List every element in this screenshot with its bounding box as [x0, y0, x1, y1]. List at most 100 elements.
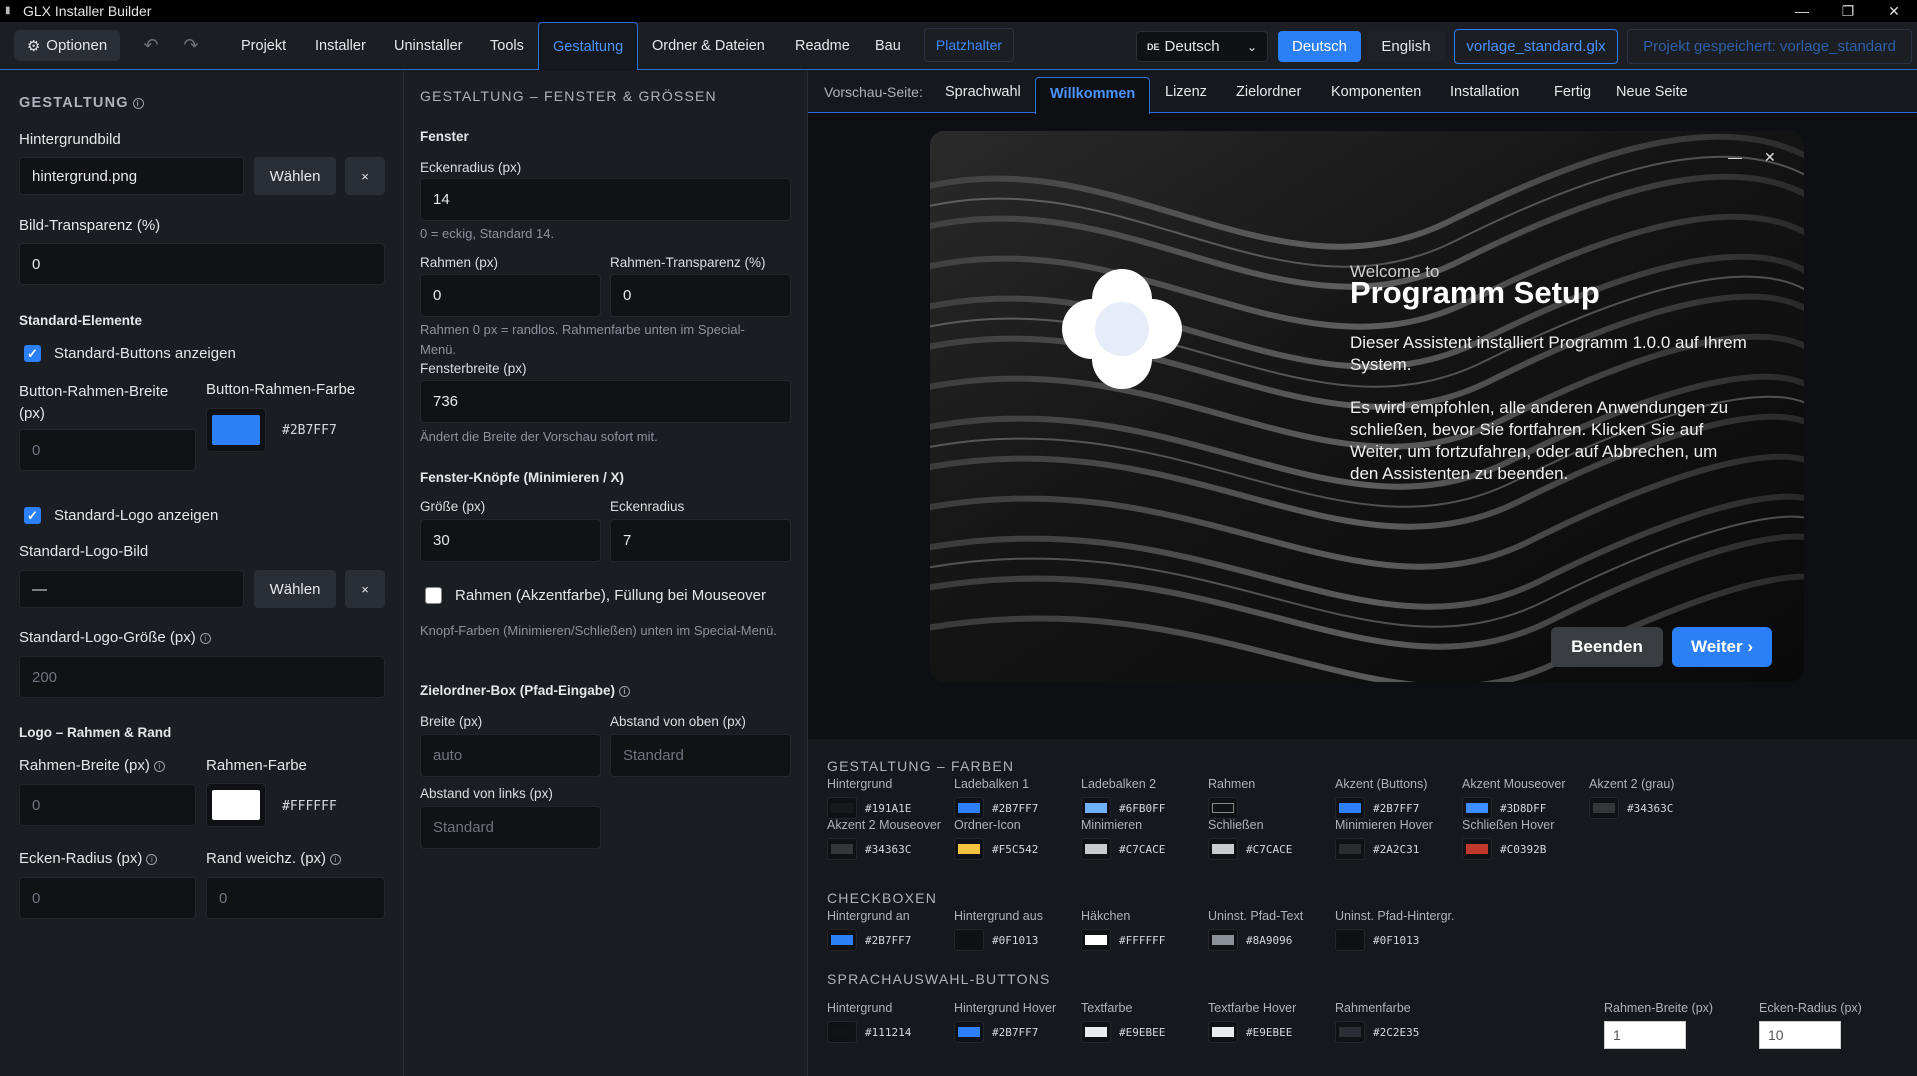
tab-komponenten[interactable]: Komponenten: [1331, 84, 1421, 100]
color-swatch-akzent-2-grau[interactable]: [1589, 797, 1619, 819]
transparenz-input[interactable]: 0: [19, 243, 385, 285]
rahmen-akzent-checkbox[interactable]: [425, 587, 442, 604]
tab-fertig[interactable]: Fertig: [1554, 84, 1591, 100]
tab-willkommen[interactable]: Willkommen: [1035, 77, 1151, 114]
color-swatch-ladebalken-1[interactable]: [954, 797, 984, 819]
english-button[interactable]: English: [1367, 31, 1445, 62]
color-swatch-rahmenfarbe[interactable]: [1335, 1021, 1365, 1043]
standard-logo-checkbox-row[interactable]: ✓ Standard-Logo anzeigen: [24, 507, 218, 524]
menu-installer[interactable]: Installer: [315, 22, 366, 70]
redo-icon[interactable]: ↷: [178, 32, 204, 58]
tab-installation[interactable]: Installation: [1450, 84, 1519, 100]
optionen-button[interactable]: ⚙ Optionen: [14, 30, 120, 61]
color-swatch-haekchen[interactable]: [1081, 929, 1111, 951]
button-rahmen-breite-input[interactable]: 0: [19, 429, 196, 471]
rand-weich-label: Rand weichz. (px): [206, 850, 327, 867]
color-hex-hintergrund-hover: #2B7FF7: [992, 1025, 1039, 1039]
info-icon[interactable]: i: [330, 853, 342, 865]
standard-buttons-checkbox[interactable]: ✓: [24, 345, 41, 362]
tab-lizenz[interactable]: Lizenz: [1165, 84, 1207, 100]
color-swatch-ladebalken-2[interactable]: [1081, 797, 1111, 819]
color-swatch-akzent-mouseover[interactable]: [1462, 797, 1492, 819]
standard-logo-groesse-input[interactable]: 200: [19, 656, 385, 698]
eckenradius-input[interactable]: 14: [420, 178, 791, 221]
hintergrundbild-input[interactable]: hintergrund.png: [19, 157, 244, 195]
color-swatch-ordner-icon[interactable]: [954, 838, 984, 860]
menu-gestaltung[interactable]: Gestaltung: [538, 22, 639, 70]
color-label-akzent-2-grau: Akzent 2 (grau): [1589, 777, 1675, 791]
gestaltung-title: GESTALTUNG: [19, 95, 129, 111]
color-swatch-uninst-pfad-text[interactable]: [1208, 929, 1238, 951]
menu-bau[interactable]: Bau: [875, 22, 901, 70]
deutsch-button[interactable]: Deutsch: [1278, 31, 1361, 62]
color-swatch-hintergrund[interactable]: [827, 797, 857, 819]
menu-projekt[interactable]: Projekt: [241, 22, 286, 70]
standard-buttons-checkbox-row[interactable]: ✓ Standard-Buttons anzeigen: [24, 345, 236, 362]
color-swatch-textfarbe[interactable]: [1081, 1021, 1111, 1043]
rahmen-breite-input[interactable]: 0: [19, 784, 196, 826]
hintergrundbild-clear-button[interactable]: ×: [345, 157, 385, 195]
color-swatch-schliessen[interactable]: [1208, 838, 1238, 860]
fensterbreite-input[interactable]: 736: [420, 380, 791, 423]
standard-logo-checkbox[interactable]: ✓: [24, 507, 41, 524]
undo-icon[interactable]: ↶: [138, 32, 164, 58]
rahmen-akzent-checkbox-row[interactable]: Rahmen (Akzentfarbe), Füllung bei Mouseo…: [425, 587, 766, 604]
preview-beenden-button[interactable]: Beenden: [1551, 627, 1663, 667]
knopf-groesse-input[interactable]: 30: [420, 519, 601, 562]
rahmen-transparenz-input[interactable]: 0: [610, 274, 791, 317]
color-swatch-akzent-buttons[interactable]: [1335, 797, 1365, 819]
color-swatch-minimieren[interactable]: [1081, 838, 1111, 860]
menu-tools[interactable]: Tools: [490, 22, 524, 70]
ecken-radius-input[interactable]: 0: [19, 877, 196, 919]
standard-logo-waehlen-button[interactable]: Wählen: [254, 570, 336, 608]
knopf-eckenradius-input[interactable]: 7: [610, 519, 791, 562]
rahmen-farbe-swatch[interactable]: [206, 783, 266, 827]
info-icon[interactable]: i: [619, 685, 631, 697]
hintergrundbild-waehlen-button[interactable]: Wählen: [254, 157, 336, 195]
sprach-rahmen-breite-input[interactable]: 1: [1604, 1021, 1686, 1049]
abstand-links-input[interactable]: Standard: [420, 806, 601, 849]
info-icon[interactable]: i: [199, 632, 211, 644]
preview-minimize-icon[interactable]: —: [1728, 149, 1742, 165]
color-swatch-hintergrund[interactable]: [827, 1021, 857, 1043]
info-icon[interactable]: i: [146, 853, 158, 865]
color-swatch-akzent-2-mouseover[interactable]: [827, 838, 857, 860]
tab-neue-seite[interactable]: Neue Seite: [1616, 84, 1688, 100]
color-swatch-schliessen-hover[interactable]: [1462, 838, 1492, 860]
preview-close-icon[interactable]: ✕: [1764, 149, 1776, 166]
button-rahmen-farbe-swatch[interactable]: [206, 408, 266, 452]
gestaltung-heading: GESTALTUNG i: [19, 95, 144, 111]
info-icon[interactable]: i: [132, 97, 144, 109]
menu-readme[interactable]: Readme: [795, 22, 850, 70]
rahmen-px-input[interactable]: 0: [420, 274, 601, 317]
close-window-icon[interactable]: ✕: [1871, 0, 1917, 22]
abstand-oben-input[interactable]: Standard: [610, 734, 791, 777]
color-swatch-fill: [1593, 803, 1615, 813]
minimize-window-icon[interactable]: —: [1779, 0, 1825, 22]
fenster-knoepfe-heading: Fenster-Knöpfe (Minimieren / X): [420, 470, 625, 485]
tab-sprachwahl[interactable]: Sprachwahl: [945, 84, 1021, 100]
color-swatch-minimieren-hover[interactable]: [1335, 838, 1365, 860]
color-swatch-hintergrund-hover[interactable]: [954, 1021, 984, 1043]
color-swatch-hintergrund-aus[interactable]: [954, 929, 984, 951]
color-swatch-textfarbe-hover[interactable]: [1208, 1021, 1238, 1043]
language-select[interactable]: DE Deutsch ⌄: [1136, 31, 1268, 62]
menu-ordner-dateien[interactable]: Ordner & Dateien: [652, 22, 765, 70]
color-swatch-hintergrund-an[interactable]: [827, 929, 857, 951]
maximize-window-icon[interactable]: ❐: [1825, 0, 1871, 22]
color-swatch-uninst-pfad-hintergr[interactable]: [1335, 929, 1365, 951]
project-file-button[interactable]: vorlage_standard.glx: [1454, 29, 1618, 64]
tab-zielordner[interactable]: Zielordner: [1236, 84, 1301, 100]
info-icon[interactable]: i: [153, 760, 165, 772]
menu-uninstaller[interactable]: Uninstaller: [394, 22, 463, 70]
standard-logo-clear-button[interactable]: ×: [345, 570, 385, 608]
standard-logo-bild-input[interactable]: —: [19, 570, 244, 608]
preview-weiter-button[interactable]: Weiter ›: [1672, 627, 1772, 667]
color-hex-ladebalken-2: #6FB0FF: [1119, 801, 1166, 815]
breite-input[interactable]: auto: [420, 734, 601, 777]
sprach-ecken-radius-input[interactable]: 10: [1759, 1021, 1841, 1049]
platzhalter-button[interactable]: Platzhalter: [924, 28, 1014, 62]
color-swatch-rahmen[interactable]: [1208, 797, 1238, 819]
rand-weich-input[interactable]: 0: [206, 877, 385, 919]
hintergrundbild-label: Hintergrundbild: [19, 131, 121, 148]
